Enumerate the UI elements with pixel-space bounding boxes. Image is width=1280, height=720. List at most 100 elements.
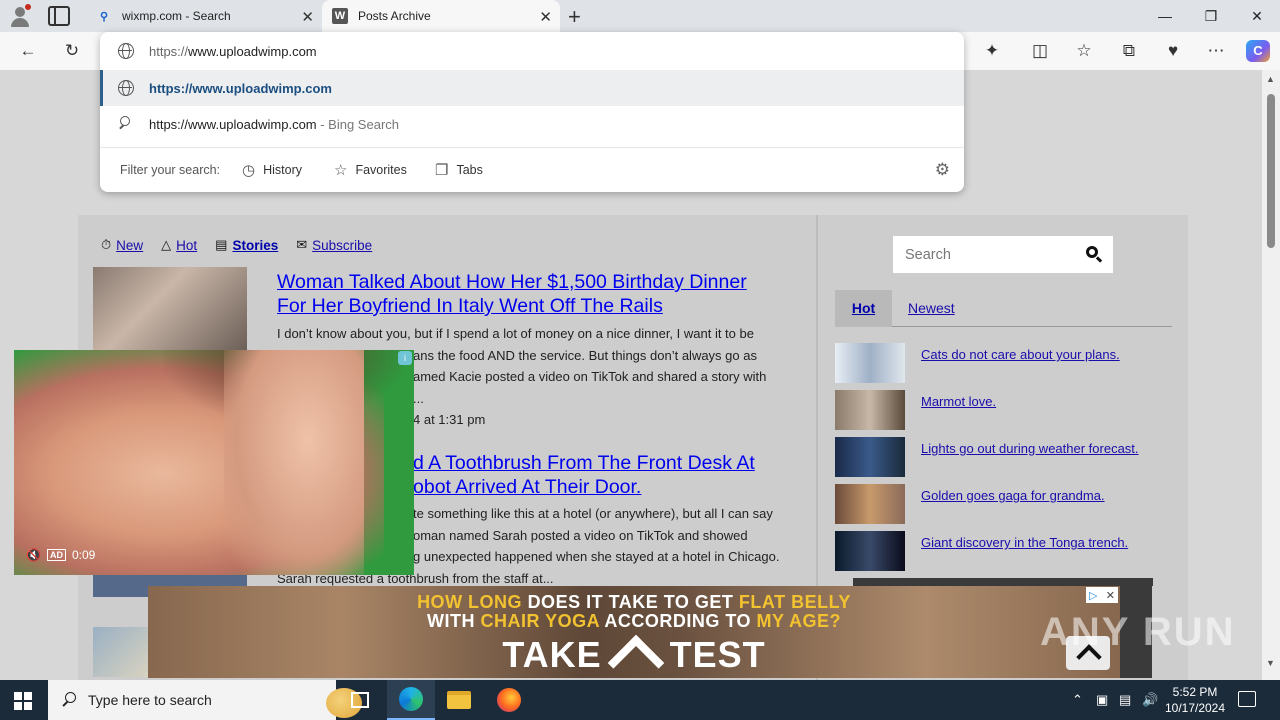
ad-text: DOES IT TAKE TO GET bbox=[527, 592, 739, 612]
ad-headline-line: HOW LONG DOES IT TAKE TO GET FLAT BELLY bbox=[148, 592, 1120, 613]
suggestion-bing-search[interactable]: https://www.uploadwimp.com - Bing Search bbox=[100, 106, 964, 142]
scrollbar-thumb[interactable] bbox=[1267, 94, 1275, 248]
edge-icon bbox=[399, 687, 423, 711]
filter-label: Filter your search: bbox=[120, 163, 221, 177]
tab-search[interactable]: ⚲ wixmp.com - Search ✕ bbox=[86, 0, 322, 32]
video-ad[interactable]: i 🔇 AD 0:09 bbox=[14, 350, 414, 575]
tab-hot[interactable]: Hot bbox=[835, 290, 892, 327]
ad-text: MY AGE? bbox=[756, 611, 842, 631]
ad-info-icon[interactable]: i bbox=[398, 351, 412, 365]
address-bar[interactable]: https://www.uploadwimp.com bbox=[100, 32, 964, 70]
filter-favorites[interactable]: ☆ Favorites bbox=[334, 161, 407, 179]
chevron-up-icon bbox=[606, 643, 666, 669]
clock[interactable]: 5:52 PM 10/17/2024 bbox=[1160, 684, 1230, 716]
thumbnail[interactable] bbox=[835, 484, 905, 524]
taskbar-search[interactable]: Type here to search bbox=[48, 680, 362, 720]
filter-history[interactable]: ◷ History bbox=[242, 161, 302, 179]
search-icon bbox=[62, 692, 76, 707]
list-item[interactable]: Lights go out during weather forecast. bbox=[835, 437, 1175, 477]
list-item-link[interactable]: Golden goes gaga for grandma. bbox=[921, 488, 1105, 503]
ad-cta-text: TEST bbox=[669, 634, 766, 675]
notification-icon[interactable] bbox=[1238, 691, 1256, 707]
newspaper-icon: ▤ bbox=[215, 237, 228, 252]
list-item[interactable]: Marmot love. bbox=[835, 390, 1175, 430]
post-date: 4 at 1:31 pm bbox=[413, 412, 486, 427]
thumbnail[interactable] bbox=[835, 390, 905, 430]
mute-icon[interactable]: 🔇 bbox=[26, 548, 41, 562]
performance-icon[interactable]: ♥ bbox=[1161, 40, 1185, 62]
list-item-link[interactable]: Giant discovery in the Tonga trench. bbox=[921, 535, 1128, 550]
windows-start-icon[interactable] bbox=[14, 692, 32, 710]
taskbar-firefox[interactable] bbox=[485, 680, 533, 720]
ad-cta[interactable]: TAKE TEST bbox=[148, 634, 1120, 676]
refresh-icon[interactable]: ↻ bbox=[60, 40, 84, 62]
copilot-icon[interactable]: C bbox=[1246, 40, 1270, 62]
gear-icon[interactable]: ⚙ bbox=[935, 160, 950, 180]
maximize-button[interactable]: ❐ bbox=[1188, 0, 1234, 32]
thumbnail[interactable] bbox=[835, 343, 905, 383]
scroll-down-arrow-icon[interactable]: ▼ bbox=[1266, 658, 1275, 668]
clock-time: 5:52 PM bbox=[1172, 685, 1218, 699]
tabs-icon: ❐ bbox=[435, 162, 449, 179]
favorites-icon[interactable]: ☆ bbox=[1072, 40, 1096, 62]
post-title-link[interactable]: d A Toothbrush From The Front Desk At ob… bbox=[413, 451, 813, 499]
chevron-up-icon[interactable]: ⌃ bbox=[1072, 692, 1083, 708]
taskbar-file-explorer[interactable] bbox=[435, 680, 483, 720]
split-screen-icon[interactable]: ◫ bbox=[1028, 40, 1052, 62]
video-controls: 🔇 AD 0:09 bbox=[26, 548, 95, 562]
list-item[interactable]: Giant discovery in the Tonga trench. bbox=[835, 531, 1175, 571]
w-logo-icon: W bbox=[332, 8, 348, 24]
tab-actions-icon[interactable] bbox=[48, 6, 70, 26]
filter-tabs[interactable]: ❐ Tabs bbox=[435, 161, 483, 179]
nav-subscribe[interactable]: Subscribe bbox=[312, 238, 372, 253]
task-view-button[interactable] bbox=[336, 680, 384, 720]
list-item[interactable]: Golden goes gaga for grandma. bbox=[835, 484, 1175, 524]
minimize-button[interactable]: — bbox=[1142, 0, 1188, 32]
ad-text: HOW LONG bbox=[417, 592, 528, 612]
clock-icon: ⏱ bbox=[101, 237, 112, 252]
banner-ad[interactable]: HOW LONG DOES IT TAKE TO GET FLAT BELLY … bbox=[148, 586, 1120, 678]
tab-title: Posts Archive bbox=[358, 9, 431, 23]
profile-icon[interactable] bbox=[8, 4, 34, 28]
scroll-up-arrow-icon[interactable]: ▲ bbox=[1266, 74, 1275, 84]
globe-icon bbox=[118, 80, 134, 96]
close-tab-icon[interactable]: ✕ bbox=[539, 8, 552, 26]
chip-label: Tabs bbox=[456, 163, 483, 177]
nav-new[interactable]: New bbox=[116, 238, 143, 253]
search-input[interactable]: Search bbox=[893, 236, 1073, 273]
filter-bar: Filter your search: ◷ History ☆ Favorite… bbox=[100, 148, 964, 192]
globe-icon bbox=[118, 43, 134, 59]
volume-icon[interactable]: 🔊 bbox=[1142, 692, 1158, 708]
new-tab-button[interactable]: + bbox=[568, 4, 581, 30]
thumbnail[interactable] bbox=[835, 437, 905, 477]
taskbar-edge[interactable] bbox=[387, 680, 435, 720]
device-icon[interactable]: ▣ bbox=[1096, 692, 1108, 708]
tab-posts-archive[interactable]: W Posts Archive ✕ bbox=[322, 0, 560, 32]
nav-hot[interactable]: Hot bbox=[176, 238, 197, 253]
close-tab-icon[interactable]: ✕ bbox=[301, 8, 314, 26]
suggestion-url[interactable]: https://www.uploadwimp.com bbox=[100, 70, 964, 106]
search-button[interactable] bbox=[1073, 236, 1113, 273]
folder-icon bbox=[447, 691, 471, 709]
adchoices-icon[interactable]: ▷ ✕ bbox=[1086, 587, 1118, 603]
star-icon: ☆ bbox=[334, 162, 348, 179]
back-icon[interactable]: ← bbox=[16, 40, 40, 62]
network-icon[interactable]: ▤ bbox=[1119, 692, 1131, 708]
address-prefix: https:// bbox=[149, 44, 189, 59]
extensions-icon[interactable]: ✦ bbox=[980, 40, 1004, 62]
video-time: 0:09 bbox=[71, 548, 96, 562]
page-scrollbar[interactable]: ▲ ▼ bbox=[1262, 70, 1280, 680]
list-item[interactable]: Cats do not care about your plans. bbox=[835, 343, 1175, 383]
list-item-link[interactable]: Lights go out during weather forecast. bbox=[921, 441, 1139, 456]
collections-icon[interactable]: ⧉ bbox=[1117, 40, 1141, 62]
close-window-button[interactable]: ✕ bbox=[1234, 0, 1280, 32]
post-thumbnail[interactable] bbox=[93, 267, 247, 353]
tab-newest[interactable]: Newest bbox=[908, 300, 955, 316]
post-thumbnail[interactable] bbox=[93, 627, 148, 677]
more-options-icon[interactable]: ⋯ bbox=[1204, 40, 1228, 62]
post-title-link[interactable]: Woman Talked About How Her $1,500 Birthd… bbox=[277, 270, 797, 318]
list-item-link[interactable]: Cats do not care about your plans. bbox=[921, 347, 1120, 362]
thumbnail[interactable] bbox=[835, 531, 905, 571]
nav-stories[interactable]: Stories bbox=[232, 238, 278, 253]
list-item-link[interactable]: Marmot love. bbox=[921, 394, 996, 409]
